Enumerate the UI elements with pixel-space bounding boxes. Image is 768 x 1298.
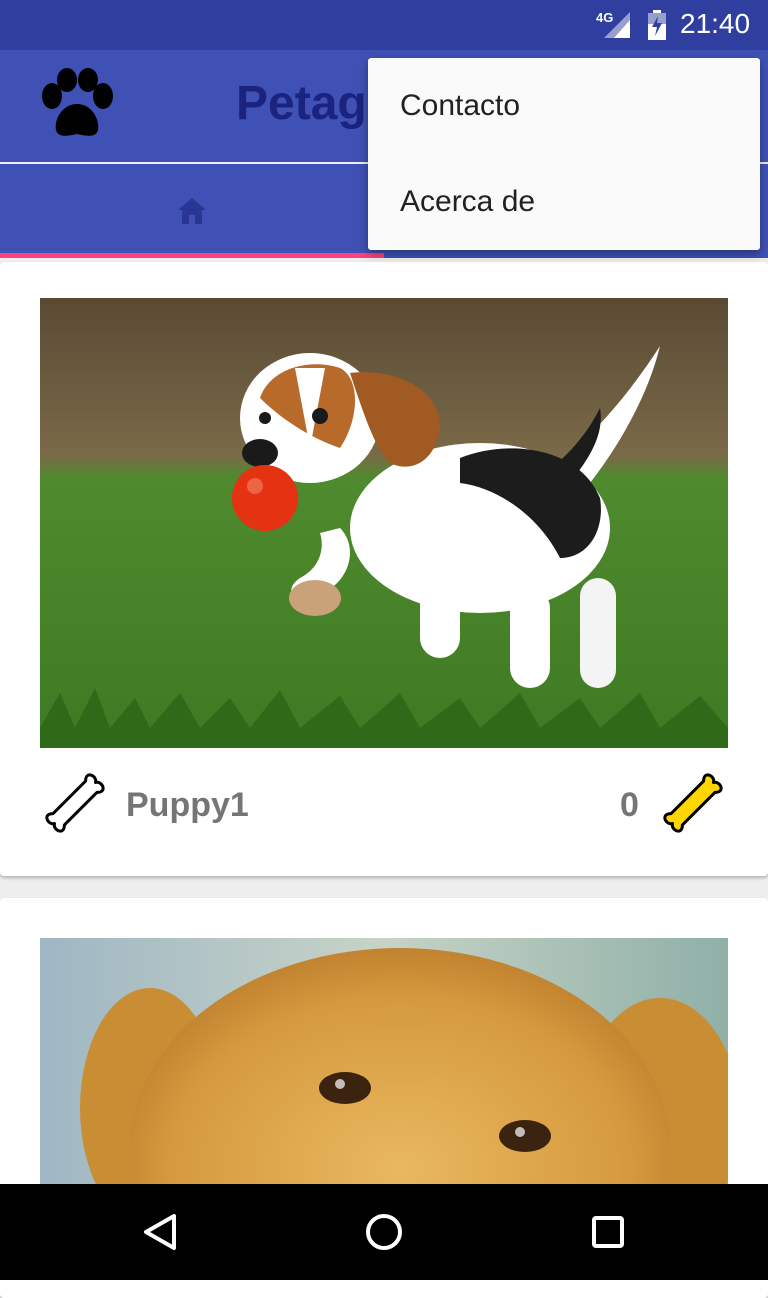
menu-item-contacto[interactable]: Contacto	[368, 58, 760, 154]
pet-photo[interactable]	[40, 298, 728, 748]
like-count: 0	[620, 786, 639, 824]
home-icon	[178, 198, 206, 224]
tab-home[interactable]	[0, 164, 384, 258]
back-icon[interactable]	[136, 1208, 184, 1256]
status-time: 21:40	[680, 8, 751, 39]
recents-icon[interactable]	[584, 1208, 632, 1256]
pet-card: Puppy1 0	[0, 262, 768, 876]
network-signal-icon: 4G	[596, 10, 632, 40]
status-bar: 4G 21:40	[0, 0, 768, 50]
bone-like-icon	[656, 766, 730, 840]
network-type-label: 4G	[596, 10, 614, 25]
system-nav-bar	[0, 1184, 768, 1280]
pet-name: Puppy1	[126, 786, 249, 824]
overflow-menu: Contacto Acerca de	[368, 58, 760, 250]
menu-item-acerca-de[interactable]: Acerca de	[368, 154, 760, 250]
paw-icon	[38, 68, 116, 140]
bone-icon[interactable]	[38, 766, 112, 840]
tab-indicator	[0, 253, 384, 258]
battery-icon	[647, 10, 667, 40]
home-circle-icon[interactable]	[360, 1208, 408, 1256]
